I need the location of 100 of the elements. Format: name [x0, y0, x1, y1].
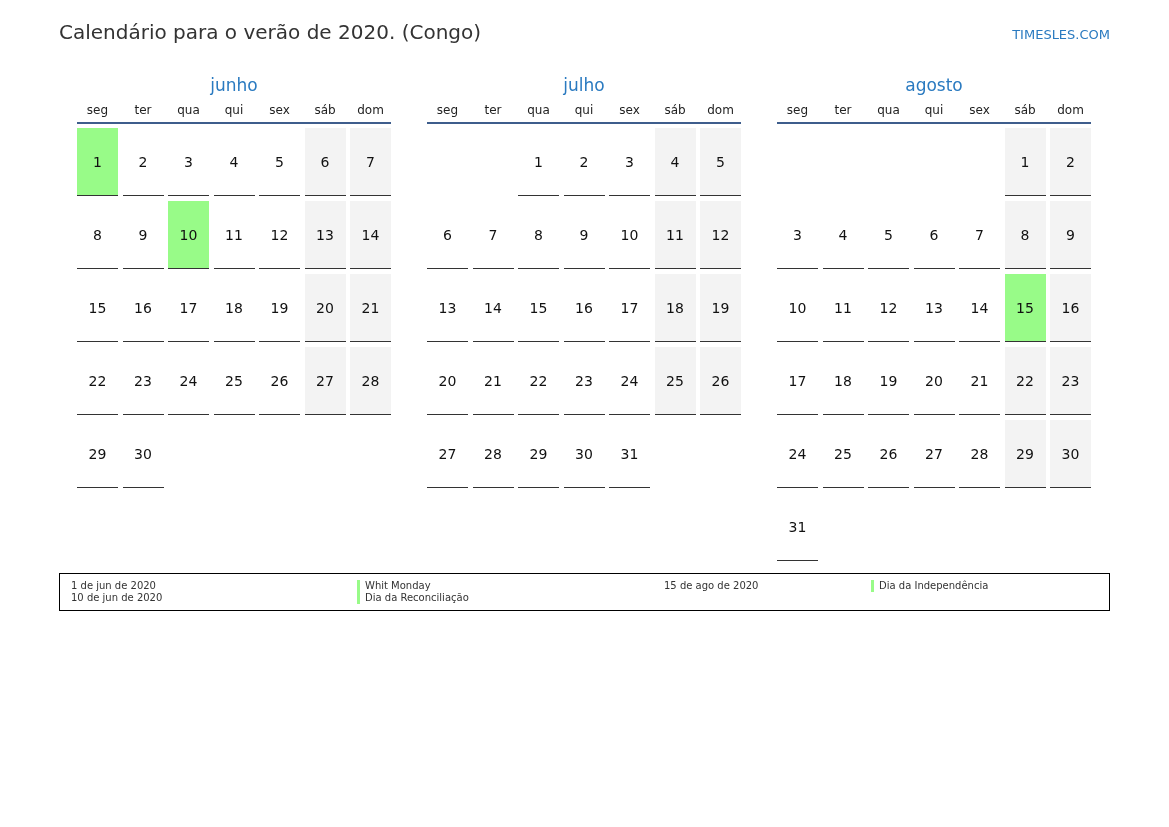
day-cell: 5	[700, 128, 741, 196]
day-cell: 23	[1050, 347, 1091, 415]
day-cell: 3	[609, 128, 650, 196]
day-cell: 12	[868, 274, 909, 342]
day-cell: 16	[1050, 274, 1091, 342]
holiday-day-cell: 15	[1004, 274, 1046, 342]
day-cell: 28	[350, 347, 391, 415]
day-cell: 30	[1050, 420, 1091, 488]
weekday-label: sex	[618, 103, 641, 117]
weekday-label: sáb	[663, 103, 687, 117]
day-cell: 11	[213, 201, 255, 269]
day-cell: 26	[700, 347, 741, 415]
day-cell: 8	[1004, 201, 1046, 269]
day-cell: 8	[77, 201, 118, 269]
day-cell: 26	[868, 420, 909, 488]
day-cell: 2	[122, 128, 164, 196]
day-cell: 20	[427, 347, 468, 415]
day-cell: 6	[427, 201, 468, 269]
day-cell: 17	[168, 274, 209, 342]
weekday-label: dom	[356, 103, 385, 117]
weekday-label: qua	[526, 103, 551, 117]
site-link[interactable]: TIMESLES.COM	[1012, 27, 1110, 42]
day-cell: 22	[77, 347, 118, 415]
day-cell: 24	[609, 347, 650, 415]
day-cell: 13	[913, 274, 955, 342]
day-cell: 1	[1004, 128, 1046, 196]
holiday-date: 10 de jun de 2020	[71, 592, 164, 604]
day-cell: 14	[472, 274, 514, 342]
day-cell: 7	[472, 201, 514, 269]
day-cell: 25	[213, 347, 255, 415]
day-cell: 19	[868, 347, 909, 415]
weekday-label: ter	[483, 103, 503, 117]
weekday-label: seg	[785, 103, 810, 117]
day-cell: 15	[518, 274, 559, 342]
day-cell: 29	[518, 420, 559, 488]
day-cell: 29	[77, 420, 118, 488]
day-cell: 25	[822, 420, 864, 488]
page-title: Calendário para o verão de 2020. (Congo)	[59, 20, 482, 44]
month-title: julho	[562, 74, 606, 97]
day-cell: 22	[1004, 347, 1046, 415]
day-cell: 16	[122, 274, 164, 342]
weekday-label: dom	[1056, 103, 1085, 117]
day-cell: 19	[700, 274, 741, 342]
day-cell: 5	[259, 128, 300, 196]
day-cell: 21	[350, 274, 391, 342]
day-cell: 23	[563, 347, 605, 415]
day-cell: 4	[213, 128, 255, 196]
day-cell: 4	[822, 201, 864, 269]
day-cell: 27	[913, 420, 955, 488]
day-cell: 3	[777, 201, 818, 269]
day-cell: 11	[822, 274, 864, 342]
weekday-label: qua	[876, 103, 901, 117]
weekday-label: sáb	[313, 103, 337, 117]
day-cell: 28	[959, 420, 1000, 488]
day-cell: 23	[122, 347, 164, 415]
day-cell: 20	[304, 274, 346, 342]
day-cell: 6	[913, 201, 955, 269]
day-cell: 16	[563, 274, 605, 342]
holiday-date: 1 de jun de 2020	[71, 580, 157, 592]
day-cell: 7	[350, 128, 391, 196]
day-cell: 24	[777, 420, 818, 488]
day-cell: 18	[654, 274, 696, 342]
day-cell: 21	[959, 347, 1000, 415]
day-cell: 13	[304, 201, 346, 269]
day-cell: 28	[472, 420, 514, 488]
day-cell: 25	[654, 347, 696, 415]
day-cell: 24	[168, 347, 209, 415]
day-cell: 4	[654, 128, 696, 196]
weekday-label: sex	[268, 103, 291, 117]
day-cell: 17	[609, 274, 650, 342]
holiday-name: Dia da Independência	[871, 580, 989, 592]
weekday-label: ter	[133, 103, 153, 117]
day-cell: 27	[304, 347, 346, 415]
weekday-label: qui	[223, 103, 245, 117]
day-cell: 19	[259, 274, 300, 342]
weekday-label: ter	[833, 103, 853, 117]
day-cell: 31	[777, 493, 818, 561]
weekday-label: seg	[85, 103, 110, 117]
holiday-name: Dia da Reconciliação	[357, 592, 664, 604]
day-cell: 14	[959, 274, 1000, 342]
holiday-day-cell: 10	[168, 201, 209, 269]
day-cell: 7	[959, 201, 1000, 269]
day-cell: 27	[427, 420, 468, 488]
day-cell: 21	[472, 347, 514, 415]
day-cell: 18	[213, 274, 255, 342]
weekday-label: qua	[176, 103, 201, 117]
day-cell: 10	[777, 274, 818, 342]
day-cell: 6	[304, 128, 346, 196]
day-cell: 14	[350, 201, 391, 269]
holiday-name: Whit Monday	[357, 580, 664, 592]
holiday-day-cell: 1	[77, 128, 118, 196]
day-cell: 22	[518, 347, 559, 415]
day-cell: 29	[1004, 420, 1046, 488]
day-cell: 20	[913, 347, 955, 415]
day-cell: 10	[609, 201, 650, 269]
weekday-label: sex	[968, 103, 991, 117]
holiday-date: 15 de ago de 2020	[664, 580, 760, 592]
day-cell: 1	[518, 128, 559, 196]
day-cell: 30	[122, 420, 164, 488]
day-cell: 12	[700, 201, 741, 269]
